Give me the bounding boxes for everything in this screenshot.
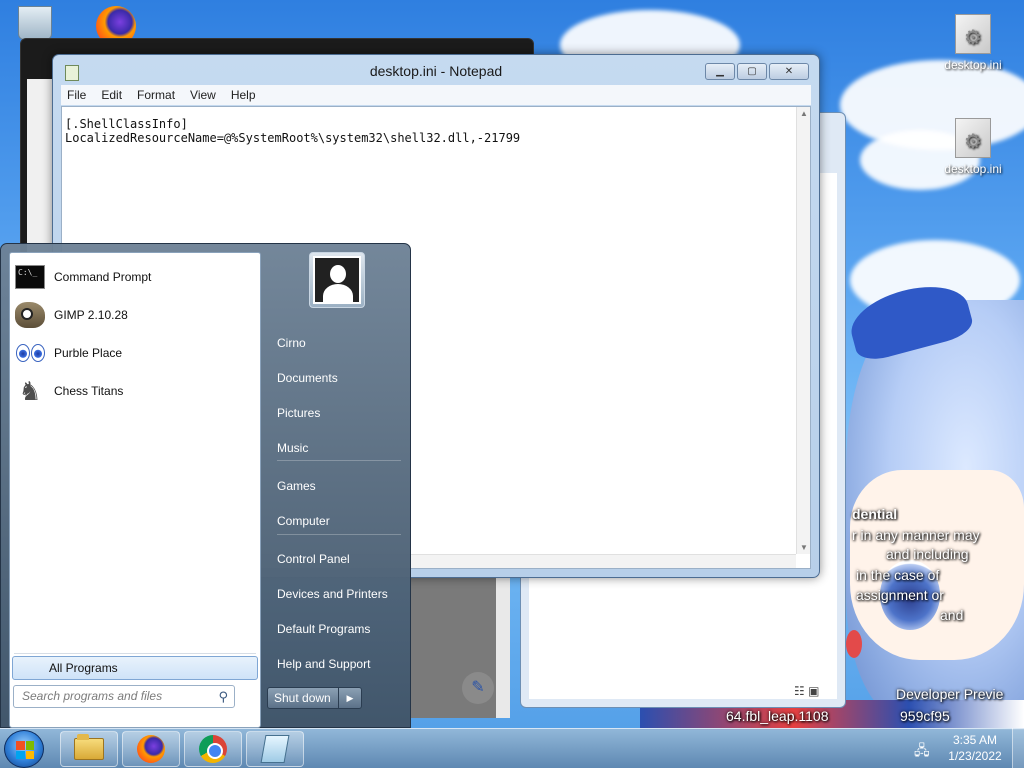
watermark-text: dential bbox=[852, 506, 898, 522]
wallpaper-character-face bbox=[850, 470, 1024, 660]
program-label: GIMP 2.10.28 bbox=[54, 308, 128, 322]
menu-edit[interactable]: Edit bbox=[101, 88, 122, 102]
taskbar-explorer-button[interactable] bbox=[60, 731, 118, 767]
search-icon[interactable]: ⚲ bbox=[218, 686, 228, 707]
all-programs-button[interactable]: All Programs bbox=[12, 656, 258, 680]
vertical-scrollbar[interactable]: ▲ ▼ bbox=[796, 107, 810, 554]
command-prompt-icon: C:\_ bbox=[15, 265, 45, 289]
editor-content[interactable]: [.ShellClassInfo] LocalizedResourceName=… bbox=[65, 117, 520, 145]
background-panel bbox=[410, 578, 510, 718]
divider bbox=[277, 534, 401, 535]
close-button[interactable]: ✕ bbox=[769, 63, 809, 80]
watermark-text: in the case of bbox=[856, 567, 940, 583]
scroll-down-icon[interactable]: ▼ bbox=[800, 543, 808, 552]
maximize-button[interactable]: ▢ bbox=[737, 63, 767, 80]
settings-file-icon bbox=[955, 118, 991, 158]
program-gimp[interactable]: GIMP 2.10.28 bbox=[14, 297, 256, 333]
scroll-up-icon[interactable]: ▲ bbox=[800, 109, 808, 118]
divider bbox=[277, 460, 401, 461]
desktop-icon-label: desktop.ini bbox=[944, 58, 1002, 72]
divider bbox=[14, 653, 256, 654]
system-clock[interactable]: 3:35 AM 1/23/2022 bbox=[938, 732, 1012, 764]
watermark-text: r in any manner may bbox=[852, 527, 980, 543]
program-label: Command Prompt bbox=[54, 270, 152, 284]
menu-bar: File Edit Format View Help bbox=[61, 85, 811, 105]
shutdown-options-arrow-icon[interactable]: ▶ bbox=[339, 688, 361, 708]
window-controls: ▁ ▢ ✕ bbox=[703, 63, 809, 80]
start-button[interactable] bbox=[4, 730, 44, 768]
link-pictures[interactable]: Pictures bbox=[269, 401, 405, 425]
show-desktop-button[interactable] bbox=[1012, 728, 1024, 768]
shutdown-button[interactable]: Shut down bbox=[268, 688, 339, 708]
scrollbar[interactable] bbox=[496, 578, 510, 718]
link-games[interactable]: Games bbox=[269, 474, 405, 498]
wallpaper-character-mouth bbox=[846, 630, 862, 658]
clock-time: 3:35 AM bbox=[952, 733, 998, 747]
watermark-text: assignment or bbox=[856, 587, 944, 603]
windows-logo-icon bbox=[16, 741, 34, 759]
link-devices-and-printers[interactable]: Devices and Printers bbox=[269, 582, 405, 606]
windows-explorer-icon bbox=[74, 734, 104, 760]
search-placeholder: Search programs and files bbox=[22, 689, 163, 703]
link-music[interactable]: Music bbox=[269, 436, 405, 460]
watermark-text: 959cf95 bbox=[900, 708, 950, 724]
watermark-text: Developer Previe bbox=[896, 686, 1004, 702]
program-purble-place[interactable]: Purble Place bbox=[14, 335, 256, 371]
chess-titans-icon: ♞ bbox=[18, 376, 42, 406]
program-command-prompt[interactable]: C:\_ Command Prompt bbox=[14, 259, 256, 295]
clock-date: 1/23/2022 bbox=[948, 749, 1002, 763]
shutdown-button-group: Shut down ▶ bbox=[267, 687, 362, 709]
minimize-button[interactable]: ▁ bbox=[705, 63, 735, 80]
notepad-icon bbox=[260, 735, 290, 763]
search-input[interactable]: Search programs and files ⚲ bbox=[13, 685, 235, 708]
program-label: Chess Titans bbox=[54, 384, 124, 398]
pencil-icon[interactable]: ✎ bbox=[462, 672, 494, 704]
network-icon[interactable]: 🖧 bbox=[914, 740, 930, 764]
watermark-text: and including bbox=[886, 546, 969, 562]
firefox-icon bbox=[137, 735, 165, 763]
link-control-panel[interactable]: Control Panel bbox=[269, 547, 405, 571]
purble-place-icon bbox=[15, 344, 45, 362]
desktop-icon-desktop-ini[interactable]: desktop.ini bbox=[938, 14, 1008, 72]
taskbar-chrome-button[interactable] bbox=[184, 731, 242, 767]
settings-file-icon bbox=[955, 14, 991, 54]
menu-file[interactable]: File bbox=[67, 88, 86, 102]
program-chess-titans[interactable]: ♞ Chess Titans bbox=[14, 373, 256, 409]
recycle-bin-icon[interactable] bbox=[18, 6, 52, 40]
taskbar bbox=[0, 728, 1024, 768]
watermark-text: 64.fbl_leap.1108 bbox=[726, 708, 829, 724]
taskbar-notepad-button[interactable] bbox=[246, 731, 304, 767]
desktop-icon-desktop-ini[interactable]: desktop.ini bbox=[938, 118, 1008, 176]
taskbar-firefox-button[interactable] bbox=[122, 731, 180, 767]
link-documents[interactable]: Documents bbox=[269, 366, 405, 390]
menu-format[interactable]: Format bbox=[137, 88, 175, 102]
link-default-programs[interactable]: Default Programs bbox=[269, 617, 405, 641]
menu-help[interactable]: Help bbox=[231, 88, 256, 102]
chrome-icon bbox=[199, 735, 227, 763]
menu-view[interactable]: View bbox=[190, 88, 216, 102]
view-toggle-icons[interactable]: ☷ ▣ bbox=[794, 684, 819, 698]
desktop-icon-label: desktop.ini bbox=[944, 162, 1002, 176]
link-computer[interactable]: Computer bbox=[269, 509, 405, 533]
start-menu: C:\_ Command Prompt GIMP 2.10.28 Purble … bbox=[0, 243, 411, 728]
gimp-icon bbox=[15, 302, 45, 328]
link-user-folder[interactable]: Cirno bbox=[269, 331, 405, 355]
program-label: Purble Place bbox=[54, 346, 123, 360]
link-help-and-support[interactable]: Help and Support bbox=[269, 652, 405, 676]
user-avatar[interactable] bbox=[309, 252, 365, 308]
watermark-text: and bbox=[940, 607, 964, 623]
start-menu-programs-pane: C:\_ Command Prompt GIMP 2.10.28 Purble … bbox=[9, 252, 261, 728]
